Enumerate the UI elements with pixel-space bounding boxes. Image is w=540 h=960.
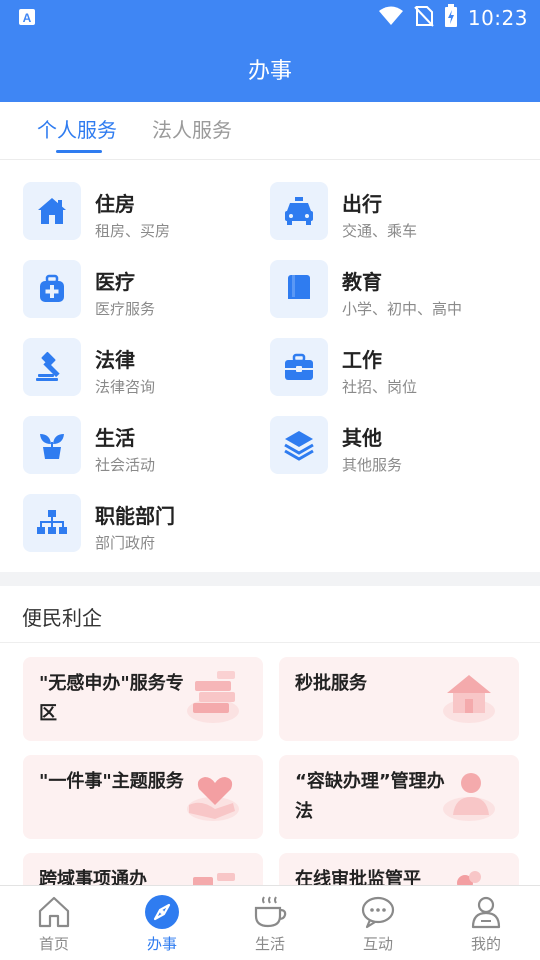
nav-label: 生活 (254, 935, 285, 953)
heart-hand-icon (181, 765, 251, 829)
service-subtitle: 租房、买房 (95, 222, 171, 240)
service-departments[interactable]: 职能部门 部门政府 (23, 494, 273, 554)
house-icon (437, 667, 507, 731)
battery-icon (444, 4, 458, 32)
nav-label: 互动 (362, 935, 393, 953)
book-icon (270, 260, 328, 318)
service-subtitle: 小学、初中、高中 (342, 300, 463, 318)
status-bar: A 10:23 (0, 0, 540, 36)
nav-label: 办事 (146, 935, 177, 953)
card-title: “容缺办理”管理办法 (295, 771, 445, 822)
convenience-cards: "无感申办"服务专区 秒批服务 "一件事"主题服务 “容缺办理”管理办法 跨域事 (0, 643, 540, 885)
card-title: "一件事"主题服务 (39, 771, 184, 792)
service-name: 生活 (95, 426, 135, 450)
card-tolerance-handling[interactable]: “容缺办理”管理办法 (279, 755, 519, 839)
service-subtitle: 医疗服务 (95, 300, 156, 318)
org-chart-icon (23, 494, 81, 552)
status-time: 10:23 (467, 6, 528, 30)
card-one-thing-service[interactable]: "一件事"主题服务 (23, 755, 263, 839)
card-online-approval-supervision[interactable]: 在线审批监管平 (279, 853, 519, 885)
medical-kit-icon (23, 260, 81, 318)
books-icon (181, 667, 251, 731)
service-education[interactable]: 教育 小学、初中、高中 (270, 260, 520, 320)
car-icon (270, 182, 328, 240)
user-icon (468, 894, 504, 930)
service-name: 其他 (342, 426, 382, 450)
tab-personal-services[interactable]: 个人服务 (37, 114, 117, 143)
nav-interaction[interactable]: 互动 (324, 886, 432, 960)
nav-home[interactable]: 首页 (0, 886, 108, 960)
wifi-icon (378, 6, 404, 30)
services-grid: 住房 租房、买房 出行 交通、乘车 医疗 医疗服务 教育 小学、初中、高中 法律… (0, 160, 540, 572)
gavel-icon (23, 338, 81, 396)
briefcase-icon (270, 338, 328, 396)
a-icon: A (18, 8, 36, 26)
no-sim-icon (414, 5, 434, 31)
nav-life[interactable]: 生活 (216, 886, 324, 960)
service-name: 职能部门 (95, 504, 175, 528)
section-title: 便民利企 (22, 606, 102, 630)
service-name: 医疗 (95, 270, 135, 294)
service-subtitle: 部门政府 (95, 534, 156, 552)
service-name: 出行 (342, 192, 382, 216)
card-cross-region-service[interactable]: 跨域事项通办 (23, 853, 263, 885)
svg-text:A: A (23, 11, 32, 25)
tab-corporate-services[interactable]: 法人服务 (152, 114, 232, 143)
page-title: 办事 (247, 59, 292, 84)
service-tabs: 个人服务 法人服务 (0, 102, 540, 160)
app-bar: 办事 (0, 36, 540, 102)
service-medical[interactable]: 医疗 医疗服务 (23, 260, 273, 320)
bottom-navigation: 首页 办事 生活 互动 我的 (0, 885, 540, 960)
card-title: "无感申办"服务专区 (39, 673, 184, 724)
service-name: 住房 (95, 192, 135, 216)
section-divider (0, 572, 540, 586)
person-icon (437, 765, 507, 829)
card-instant-approval[interactable]: 秒批服务 (279, 657, 519, 741)
service-subtitle: 其他服务 (342, 456, 403, 474)
nav-affairs[interactable]: 办事 (108, 886, 216, 960)
nav-mine[interactable]: 我的 (432, 886, 540, 960)
coffee-icon (252, 894, 288, 930)
badge-icon (437, 863, 507, 885)
active-tab-indicator (56, 150, 102, 153)
service-housing[interactable]: 住房 租房、买房 (23, 182, 273, 242)
app-root: A 10:23 办事 个人服务 法人服务 住房 租房、买房 出行 交通、乘车 医… (0, 0, 540, 960)
service-subtitle: 交通、乘车 (342, 222, 418, 240)
card-title: 在线审批监管平 (295, 869, 421, 885)
service-law[interactable]: 法律 法律咨询 (23, 338, 273, 398)
service-name: 工作 (342, 348, 382, 372)
service-subtitle: 社会活动 (95, 456, 156, 474)
service-other[interactable]: 其他 其他服务 (270, 416, 520, 476)
card-title: 秒批服务 (295, 673, 367, 694)
service-transport[interactable]: 出行 交通、乘车 (270, 182, 520, 242)
layers-icon (270, 416, 328, 474)
home-icon (23, 182, 81, 240)
nav-label: 首页 (38, 935, 69, 953)
service-life[interactable]: 生活 社会活动 (23, 416, 273, 476)
service-work[interactable]: 工作 社招、岗位 (270, 338, 520, 398)
card-title: 跨域事项通办 (39, 869, 147, 885)
document-icon (181, 863, 251, 885)
home-outline-icon (36, 894, 72, 930)
card-no-sense-application[interactable]: "无感申办"服务专区 (23, 657, 263, 741)
nav-label: 我的 (470, 935, 501, 953)
plant-icon (23, 416, 81, 474)
compass-icon (144, 894, 180, 930)
service-subtitle: 法律咨询 (95, 378, 156, 396)
service-subtitle: 社招、岗位 (342, 378, 418, 396)
chat-icon (360, 894, 396, 930)
service-name: 法律 (95, 348, 135, 372)
service-name: 教育 (342, 270, 382, 294)
